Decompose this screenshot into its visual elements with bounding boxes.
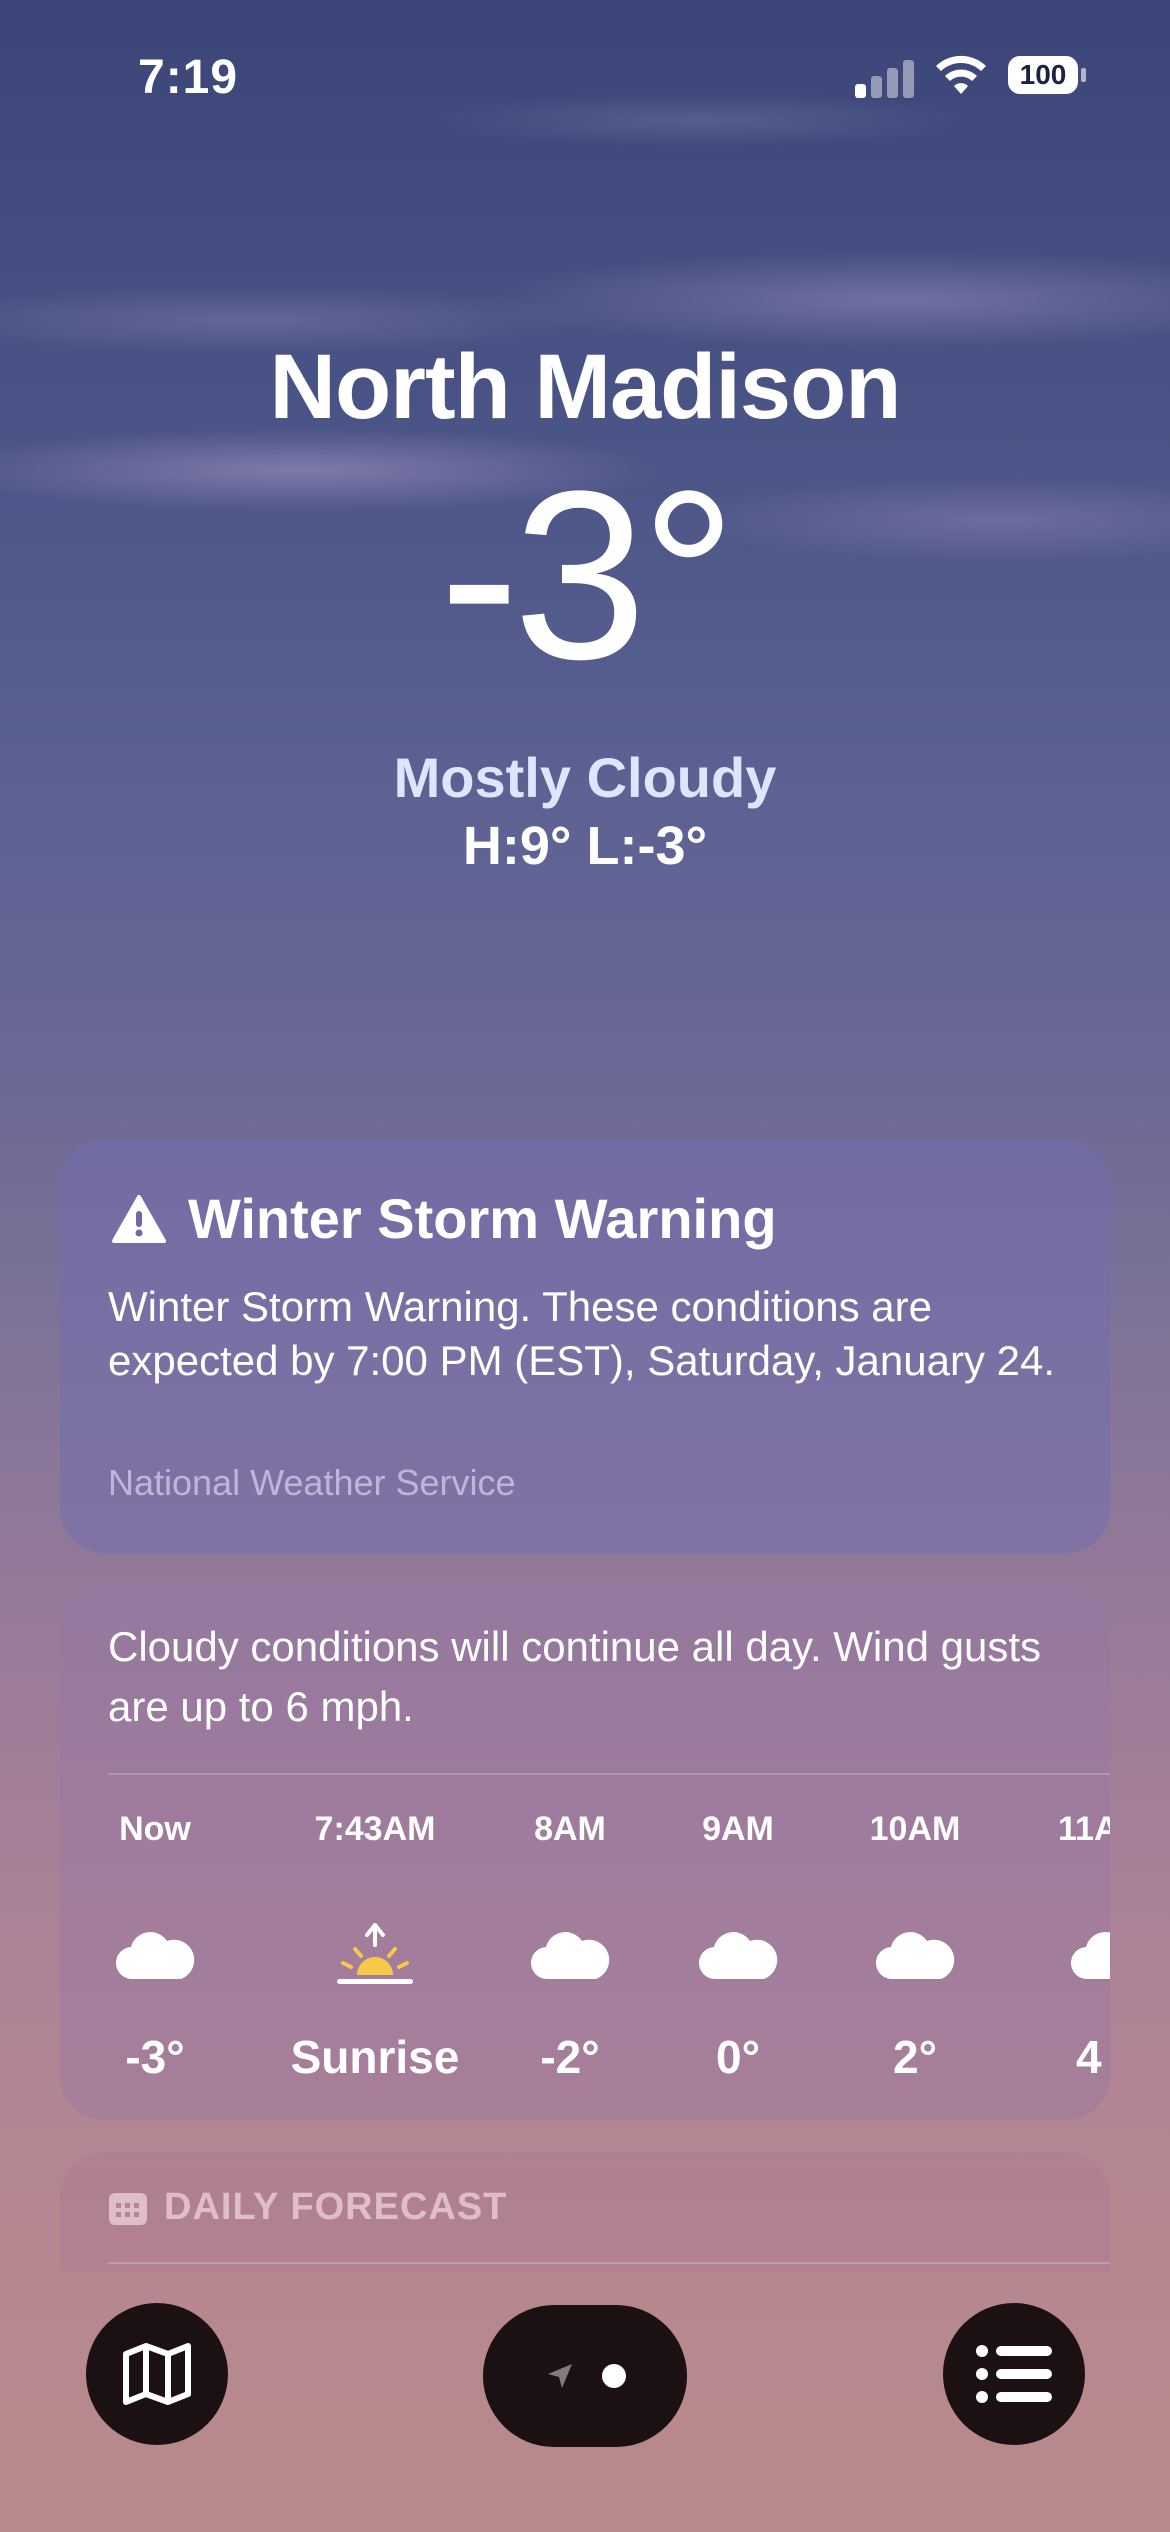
status-time: 7:19 xyxy=(138,51,239,104)
status-bar: 7:19 100 xyxy=(0,48,1170,108)
hour-item: 9AM 0° xyxy=(668,1810,808,2084)
calendar-icon xyxy=(109,2192,147,2225)
hour-label: 10AM xyxy=(869,1810,961,1848)
battery-icon: 100 xyxy=(1008,56,1088,96)
severe-weather-alert-card[interactable]: Winter Storm Warning Winter Storm Warnin… xyxy=(60,1140,1110,1553)
hourly-summary: Cloudy conditions will continue all day.… xyxy=(108,1623,1042,1730)
hour-item: 8AM -2° xyxy=(500,1810,640,2084)
hour-temperature: 0° xyxy=(716,2031,760,2083)
list-icon xyxy=(976,2345,1052,2403)
cloud-icon xyxy=(530,1932,610,1980)
location-arrow-icon xyxy=(548,2364,572,2388)
cloud-icon xyxy=(1071,1932,1110,1980)
alert-description: Winter Storm Warning. These conditions a… xyxy=(108,1283,1056,1384)
weather-condition: Mostly Cloudy xyxy=(393,746,777,809)
alert-source: National Weather Service xyxy=(108,1462,516,1503)
hour-temperature: -3° xyxy=(125,2031,185,2083)
page-dot xyxy=(602,2364,626,2388)
hour-item: 7:43AM Sunrise xyxy=(280,1810,470,2084)
daily-forecast-label: DAILY FORECAST xyxy=(164,2186,508,2228)
hour-item: 10AM 2° xyxy=(845,1810,985,2084)
map-icon xyxy=(123,2343,191,2405)
hour-label: Now xyxy=(119,1810,191,1848)
locations-list-button[interactable] xyxy=(943,2303,1085,2445)
daily-forecast-header: DAILY FORECAST xyxy=(108,2186,507,2229)
city-name: North Madison xyxy=(269,336,902,438)
cloud-icon xyxy=(875,1932,955,1980)
location-page-indicator[interactable] xyxy=(483,2305,687,2447)
warning-icon xyxy=(112,1194,166,1243)
sunrise-icon xyxy=(337,1923,413,1984)
alert-title-text: Winter Storm Warning xyxy=(188,1187,777,1250)
cloud-icon xyxy=(115,1932,195,1980)
map-button[interactable] xyxy=(86,2303,228,2445)
divider xyxy=(108,2262,1110,2264)
alert-title: Winter Storm Warning xyxy=(112,1186,777,1251)
hour-label: 7:43AM xyxy=(314,1810,436,1848)
hour-temperature: -2° xyxy=(540,2031,600,2083)
hourly-forecast-card[interactable]: Cloudy conditions will continue all day.… xyxy=(60,1585,1110,2120)
hour-label: 11A xyxy=(1058,1810,1110,1848)
hour-item: 11A 4 xyxy=(1058,1810,1110,2084)
high-low-temperature: H:9° L:-3° xyxy=(462,816,708,876)
wifi-icon xyxy=(936,55,986,94)
current-temperature: -3° xyxy=(439,441,736,709)
hour-temperature: 2° xyxy=(893,2031,937,2083)
battery-level: 100 xyxy=(1008,56,1078,94)
hour-temperature: Sunrise xyxy=(290,2031,460,2083)
hour-item: Now -3° xyxy=(75,1810,235,2084)
cloud-icon xyxy=(698,1932,778,1980)
divider xyxy=(108,1773,1110,1775)
cellular-signal-icon xyxy=(855,58,917,98)
hour-label: 9AM xyxy=(702,1810,774,1848)
hour-label: 8AM xyxy=(534,1810,606,1848)
hour-temperature: 4 xyxy=(1076,2031,1102,2083)
